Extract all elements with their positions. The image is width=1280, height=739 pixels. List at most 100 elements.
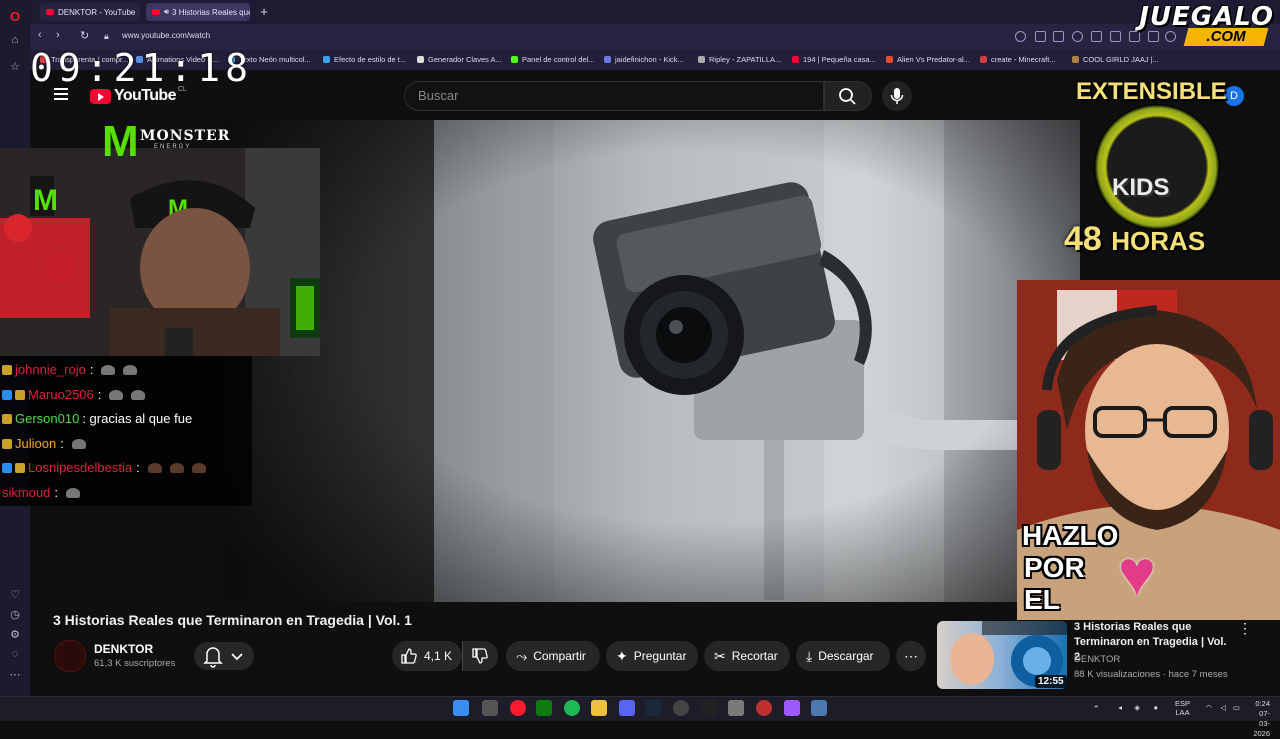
heart-icon: ♥ [1118,537,1156,609]
extensible-widget: EXTENSIBLE KIDS 48 HORAS [1064,78,1227,258]
video-duration: 12:55 [1035,675,1067,688]
monster-logo: M MONSTER ENERGY [102,117,231,166]
emote-icon [71,439,86,449]
mic-tray-icon[interactable]: ● [1153,703,1158,712]
speaker-icon: 🔊︎ [164,7,170,16]
tab-strip: DENKTOR - YouTube 🔊︎ 3 Historias Reales q… [30,0,1280,24]
channel-avatar[interactable] [54,640,86,672]
recommended-meta: 88 K visualizaciones · hace 7 meses [1074,669,1228,680]
discord-icon[interactable] [619,700,635,716]
bookmark-item[interactable]: Alien Vs Predator-al... [886,55,970,64]
bookmark-item[interactable]: Panel de control del... [511,55,595,64]
search-input[interactable]: Buscar [404,81,824,111]
badge-icon [2,365,12,375]
channel-name[interactable]: DENKTOR [94,642,153,656]
dislike-button[interactable] [462,641,498,671]
bookmark-item[interactable]: COOL GIRLD JAAJ |... [1072,55,1159,64]
battery-icon[interactable]: ▭ [1233,703,1240,712]
volume-icon[interactable]: ◁ [1220,703,1226,712]
camera-icon[interactable] [1053,31,1064,42]
share-button[interactable]: ⤳ Compartir [506,641,600,671]
youtube-favicon-icon [46,9,54,15]
minecraft-icon[interactable] [728,700,744,716]
notifications-button[interactable] [194,642,254,670]
capcut-icon[interactable] [701,700,717,716]
voice-search-button[interactable] [882,81,912,111]
emote-icon [101,365,116,375]
subscriber-count: 61,3 K suscriptores [94,658,176,669]
tab-video[interactable]: 🔊︎ 3 Historias Reales que [146,3,250,21]
bookmark-item[interactable]: Generador Claves A... [417,55,502,64]
translate-icon[interactable] [1035,31,1046,42]
kids-badge-image [1094,104,1220,230]
xbox-icon[interactable] [536,700,552,716]
emote-icon [66,488,81,498]
task-view-icon[interactable] [482,700,498,716]
settings-icon[interactable]: ⚙ [7,626,23,642]
steam-icon[interactable] [646,700,662,716]
history-icon[interactable]: ◷ [7,606,23,622]
kebab-menu-icon[interactable]: ⋮ [1238,620,1252,637]
bookmark-item[interactable]: jaidefinichon - Kick... [604,55,684,64]
webcam-overlay: M M [0,148,320,356]
forward-icon[interactable]: › [56,29,60,41]
tab-label: 3 Historias Reales que [172,7,250,17]
windows-taskbar: ⌃ ◂ ◈ ● ESP LAA ◠ ◁ ▭ 0:24 07-03-2026 [0,696,1280,738]
bookmark-item[interactable]: Ripley - ZAPATILLA... [698,55,781,64]
clip-button[interactable]: ✂ Recortar [704,641,790,671]
microphone-icon [890,88,904,104]
new-tab-button[interactable]: + [256,4,272,20]
bookmark-favicon-icon [511,56,518,63]
monster-claw-icon: M [102,117,139,166]
play-icon[interactable] [1091,31,1102,42]
shield-icon[interactable] [1072,31,1083,42]
emote-icon [147,463,162,473]
zoom-icon[interactable] [1015,31,1026,42]
opera-icon[interactable] [510,700,526,716]
video-player[interactable] [224,120,1080,602]
emote-icon [169,463,184,473]
wifi-icon[interactable]: ◠ [1205,703,1212,712]
thumbs-down-icon [472,648,488,664]
bookmark-item[interactable]: Efecto de estilo de t... [323,55,406,64]
bookmark-item[interactable]: create - Minecraft... [980,55,1056,64]
tray-icon[interactable]: ◂ [1118,703,1122,712]
chat-line: johnnie_rojo: [2,362,138,378]
badge-icon [2,439,12,449]
hazlo-por-el-banner: HAZLO POR EL ♥ [1022,520,1172,616]
ask-button[interactable]: ✦ Preguntar [606,641,698,671]
back-icon[interactable]: ‹ [38,29,42,41]
bulb-icon[interactable]: ◌ [7,646,23,662]
youtube-play-icon [90,88,111,104]
steam-tray-icon[interactable]: ◈ [1134,703,1140,712]
calculator-icon[interactable] [811,700,827,716]
start-icon[interactable] [453,700,469,716]
search-button[interactable] [824,81,872,111]
opera-logo-icon[interactable]: O [7,8,23,24]
tab-denktor[interactable]: DENKTOR - YouTube [40,3,140,21]
spotify-icon[interactable] [564,700,580,716]
like-button[interactable]: 4,1 K [392,641,462,671]
bookmark-favicon-icon [417,56,424,63]
obs-icon[interactable] [673,700,689,716]
reload-icon[interactable]: ↻ [80,29,89,42]
share-icon: ⤳ [516,647,528,664]
recommended-channel[interactable]: DENKTOR [1074,654,1120,665]
folder-icon[interactable] [591,700,607,716]
bookmark-item[interactable]: 194 | Pequeña casa... [792,55,876,64]
more-actions-button[interactable]: ⋯ [896,641,926,671]
stream-clock: 09:21:18 [30,46,254,90]
app-icon[interactable] [784,700,800,716]
star-icon[interactable]: ☆ [7,58,23,74]
app-icon[interactable] [756,700,772,716]
chevron-up-icon[interactable]: ⌃ [1092,704,1100,715]
video-frame [224,120,1080,602]
heart-icon[interactable]: ♡ [7,586,23,602]
home-icon[interactable]: ⌂ [7,32,23,48]
chat-line: Julioon: [2,436,86,452]
download-button[interactable]: ⤓ Descargar [796,641,890,671]
streamer-image: M M [0,148,320,356]
url-field[interactable]: www.youtube.com/watch [122,31,210,40]
emote-icon [109,390,124,400]
more-icon[interactable]: ⋯ [7,666,23,682]
